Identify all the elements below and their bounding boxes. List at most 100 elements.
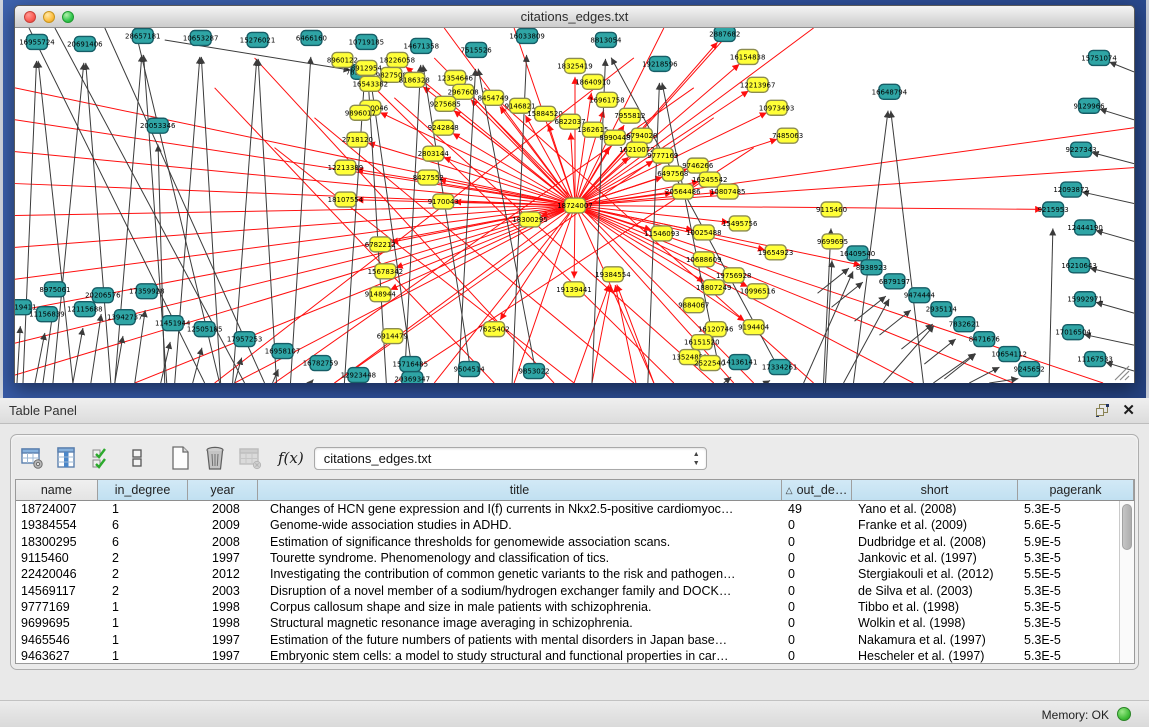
graph-node-9853022[interactable]: 9853022 (519, 364, 550, 379)
graph-node-16648794[interactable]: 16648794 (872, 84, 908, 99)
table-row[interactable]: 911546021997Tourette syndrome. Phenomeno… (16, 550, 1134, 566)
graph-node-19139441[interactable]: 19139441 (556, 282, 592, 297)
graph-node-18300295[interactable]: 18300295 (512, 212, 548, 227)
scrollbar-thumb[interactable] (1122, 504, 1132, 550)
close-panel-icon[interactable]: ✕ (1122, 401, 1135, 419)
graph-node-9474444[interactable]: 9474444 (904, 288, 936, 303)
graph-node-20691406[interactable]: 20691406 (67, 36, 103, 51)
graph-node-12115688[interactable]: 12115688 (67, 302, 103, 317)
graph-node-7832621[interactable]: 7832621 (949, 317, 980, 332)
graph-node-9115460[interactable]: 9115460 (816, 202, 847, 217)
graph-node-16154838[interactable]: 16154838 (730, 49, 766, 64)
column-header-name[interactable]: name (16, 480, 98, 500)
graph-node-12444190[interactable]: 12444190 (1067, 220, 1103, 235)
graph-node-7955812[interactable]: 7955812 (614, 108, 645, 123)
column-header-in_degree[interactable]: in_degree (98, 480, 188, 500)
graph-node-17016504[interactable]: 17016504 (1055, 325, 1091, 340)
graph-node-10688609[interactable]: 10688609 (686, 252, 722, 267)
column-visibility-button[interactable] (54, 445, 80, 471)
graph-node-8471676[interactable]: 8471676 (969, 332, 1000, 347)
table-row[interactable]: 1872400712008Changes of HCN gene express… (16, 501, 1134, 517)
table-row[interactable]: 2242004622012Investigating the contribut… (16, 566, 1134, 582)
graph-node-12354646[interactable]: 12354646 (437, 70, 473, 85)
graph-node-13942737[interactable]: 13942737 (107, 310, 143, 325)
graph-node-14671358[interactable]: 14671358 (404, 38, 440, 53)
table-row[interactable]: 1830029562008Estimation of significance … (16, 534, 1134, 550)
graph-node-12093872[interactable]: 12093872 (1053, 182, 1089, 197)
graph-node-15276021[interactable]: 15276021 (240, 32, 276, 47)
graph-node-20206576[interactable]: 20206576 (85, 288, 121, 303)
delete-column-button[interactable] (202, 445, 228, 471)
graph-node-16409540[interactable]: 16409540 (840, 246, 876, 261)
memory-ok-indicator[interactable] (1117, 707, 1131, 721)
table-row[interactable]: 946554611997Estimation of the future num… (16, 631, 1134, 647)
window-titlebar[interactable]: citations_edges.txt (15, 6, 1134, 28)
graph-node-9699695[interactable]: 9699695 (817, 234, 848, 249)
graph-node-16958107[interactable]: 16958107 (265, 344, 301, 359)
graph-node-18325419[interactable]: 18325419 (557, 58, 593, 73)
table-select-dropdown[interactable]: citations_edges.txt ▲▼ (314, 447, 707, 470)
table-row[interactable]: 946362711997Embryonic stem cells: a mode… (16, 648, 1134, 663)
table-row[interactable]: 1456911722003Disruption of a novel membe… (16, 582, 1134, 598)
graph-node-19218596[interactable]: 19218596 (642, 56, 678, 71)
network-canvas[interactable]: 16955724 20691406 28657181 10653287 15276021… (15, 28, 1134, 383)
graph-node-20369347[interactable]: 20369347 (395, 372, 431, 383)
graph-node-7485063[interactable]: 7485063 (772, 128, 803, 143)
graph-node-9194404[interactable]: 9194404 (738, 320, 770, 335)
select-all-rows-button[interactable] (89, 445, 115, 471)
graph-node-15992971[interactable]: 15992971 (1067, 292, 1103, 307)
column-header-pagerank[interactable]: pagerank (1018, 480, 1134, 500)
graph-node-9245652[interactable]: 9245652 (1014, 362, 1045, 377)
graph-node-9170043[interactable]: 9170043 (428, 194, 459, 209)
float-panel-icon[interactable] (1096, 404, 1109, 417)
graph-node-19654923[interactable]: 19654923 (758, 245, 794, 260)
graph-node-8813054[interactable]: 8813054 (590, 32, 622, 47)
graph-node-10654112[interactable]: 10654112 (991, 347, 1027, 362)
graph-node-10719185[interactable]: 10719185 (349, 34, 385, 49)
graph-node-6466160[interactable]: 6466160 (296, 30, 327, 45)
table-row[interactable]: 977716911998Corpus callosum shape and si… (16, 599, 1134, 615)
graph-node-15495756[interactable]: 15495756 (722, 216, 758, 231)
graph-node-16955724[interactable]: 16955724 (19, 34, 55, 49)
graph-node-11167533[interactable]: 11167533 (1077, 352, 1113, 367)
table-row[interactable]: 969969511998Structural magnetic resonanc… (16, 615, 1134, 631)
graph-node-19384554[interactable]: 19384554 (595, 267, 631, 282)
graph-node-12213967[interactable]: 12213967 (740, 77, 776, 92)
graph-node-7515526[interactable]: 7515526 (461, 42, 492, 57)
column-header-year[interactable]: year (188, 480, 258, 500)
graph-node-16961758[interactable]: 16961758 (589, 92, 625, 107)
table-row[interactable]: 1938455462009Genome-wide association stu… (16, 517, 1134, 533)
graph-node-2887682[interactable]: 2887682 (709, 28, 740, 41)
row-height-button[interactable] (124, 445, 150, 471)
graph-node-15716485[interactable]: 15716485 (393, 357, 429, 372)
graph-node-11451944[interactable]: 11451944 (155, 316, 191, 331)
table-vertical-scrollbar[interactable] (1119, 501, 1134, 663)
graph-node-10653287[interactable]: 10653287 (183, 30, 219, 45)
column-header-short[interactable]: short (852, 480, 1018, 500)
table-mode-button[interactable] (19, 445, 45, 471)
graph-node-9129966[interactable]: 9129966 (1074, 98, 1105, 113)
graph-node-16782759[interactable]: 16782759 (303, 356, 339, 371)
graph-node-6914479[interactable]: 6914479 (377, 329, 408, 344)
column-header-title[interactable]: title (258, 480, 782, 500)
graph-node-2935114[interactable]: 2935114 (926, 302, 958, 317)
graph-node-8975061[interactable]: 8975061 (39, 282, 70, 297)
graph-node-28657181[interactable]: 28657181 (125, 28, 161, 43)
graph-node-17359928[interactable]: 17359928 (129, 284, 165, 299)
graph-node-7625402[interactable]: 7625402 (479, 322, 510, 337)
graph-node-6879197[interactable]: 6879197 (879, 274, 910, 289)
function-builder-button[interactable]: f(x) (278, 449, 304, 467)
graph-node-9215953[interactable]: 9215953 (1038, 202, 1069, 217)
create-column-button[interactable] (167, 445, 193, 471)
graph-node-17334261[interactable]: 17334261 (762, 360, 798, 375)
graph-node-9227343[interactable]: 9227343 (1066, 142, 1097, 157)
graph-node-10996516[interactable]: 10996516 (740, 284, 776, 299)
column-header-out_de[interactable]: △out_de… (782, 480, 852, 500)
graph-node-12923448[interactable]: 12923448 (341, 368, 377, 383)
graph-node-18640910[interactable]: 18640910 (575, 74, 611, 89)
graph-node-18226058[interactable]: 18226058 (380, 52, 416, 67)
graph-node-8938923[interactable]: 8938923 (856, 260, 887, 275)
resize-grip-icon[interactable] (1115, 366, 1129, 380)
graph-node-10973493[interactable]: 10973493 (759, 100, 795, 115)
graph-node-16210643[interactable]: 16210643 (1061, 258, 1097, 273)
